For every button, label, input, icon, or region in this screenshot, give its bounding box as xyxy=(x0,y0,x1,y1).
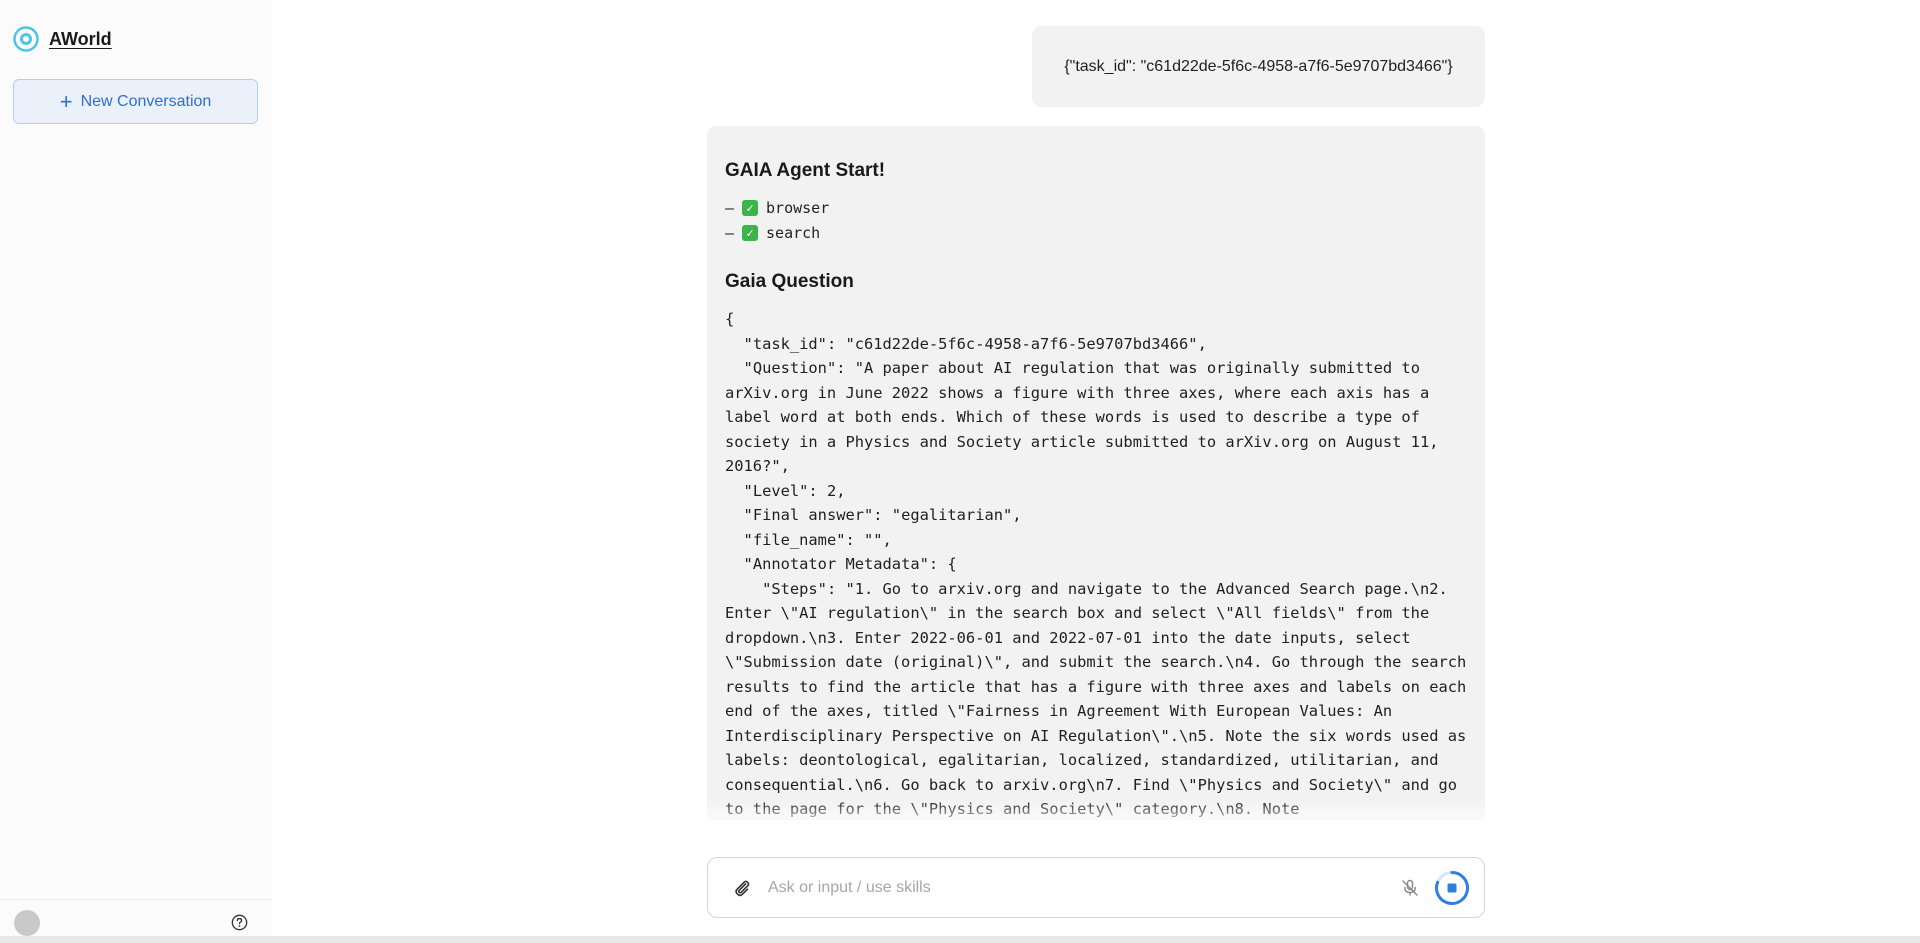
agent-title: GAIA Agent Start! xyxy=(725,160,886,181)
avatar[interactable] xyxy=(14,910,40,936)
question-json: { "task_id": "c61d22de-5f6c-4958-a7f6-5e… xyxy=(725,310,1467,818)
new-conversation-button[interactable]: + New Conversation xyxy=(13,79,258,124)
brand-name[interactable]: AWorld xyxy=(49,29,112,50)
plus-icon: + xyxy=(59,88,73,114)
stop-button[interactable] xyxy=(1434,870,1470,906)
bottom-strip xyxy=(0,936,1920,943)
brand[interactable]: AWorld xyxy=(13,26,112,52)
tool-label: search xyxy=(766,223,821,242)
help-icon[interactable] xyxy=(231,914,248,931)
paperclip-icon[interactable] xyxy=(732,878,752,898)
question-title: Gaia Question xyxy=(725,271,854,292)
tool-list: – ✓ browser – ✓ search xyxy=(725,196,1467,245)
tool-item: – ✓ search xyxy=(725,221,1467,246)
user-message: {"task_id": "c61d22de-5f6c-4958-a7f6-5e9… xyxy=(1032,26,1485,107)
scroll-fade xyxy=(707,800,1485,830)
tool-label: browser xyxy=(766,199,830,217)
sidebar: AWorld + New Conversation xyxy=(0,0,272,943)
new-conversation-label: New Conversation xyxy=(80,92,212,110)
user-message-text: {"task_id": "c61d22de-5f6c-4958-a7f6-5e9… xyxy=(1064,57,1453,75)
chat-input-bar xyxy=(707,857,1485,918)
aworld-logo-icon xyxy=(13,26,39,52)
stop-icon xyxy=(1435,870,1469,905)
agent-message: GAIA Agent Start! – ✓ browser – ✓ search Gai… xyxy=(707,126,1485,820)
tool-item: – ✓ browser xyxy=(725,196,1467,221)
chat-input[interactable] xyxy=(768,878,1400,897)
check-icon: ✓ xyxy=(742,224,759,241)
mic-off-icon[interactable] xyxy=(1400,878,1420,898)
check-icon: ✓ xyxy=(742,200,759,217)
